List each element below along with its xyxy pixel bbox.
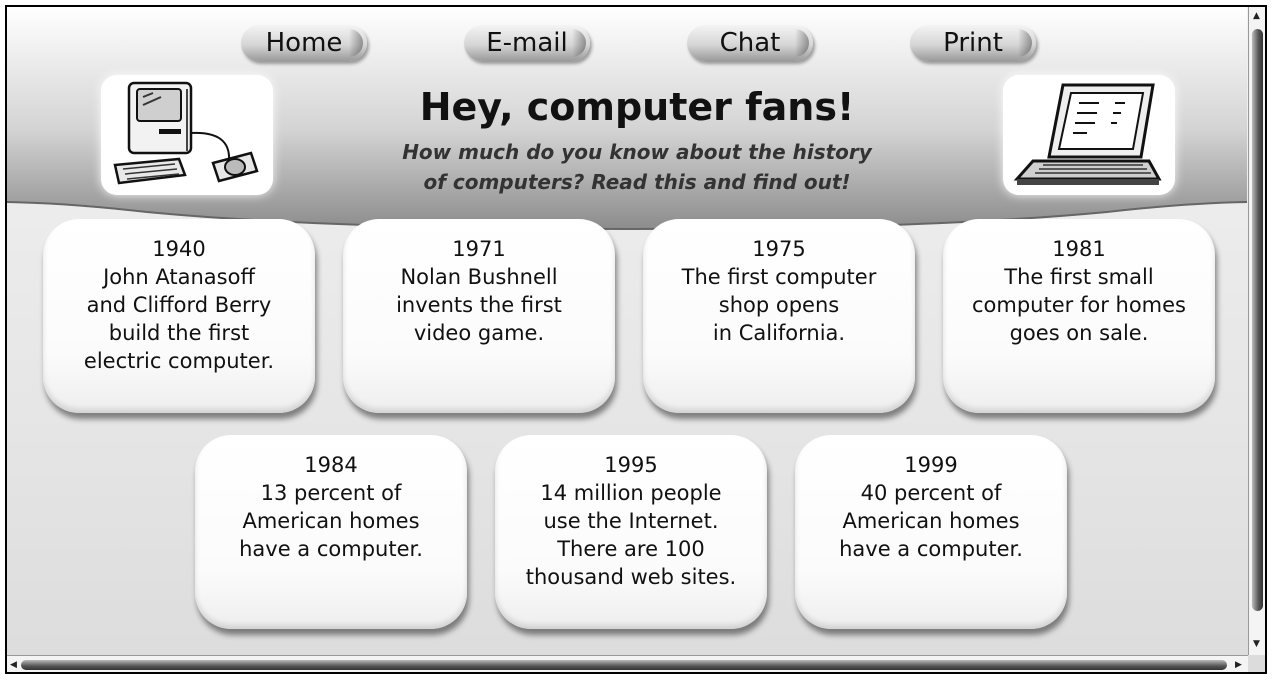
print-button[interactable]: Print — [910, 25, 1036, 61]
card-text: in California. — [712, 321, 846, 345]
card-text: electric computer. — [83, 349, 275, 373]
timeline-card-1971: 1971 Nolan Bushnell invents the first vi… — [343, 219, 615, 413]
chat-button[interactable]: Chat — [687, 25, 813, 61]
card-text: computer for homes — [972, 293, 1186, 317]
card-text: 14 million people — [540, 481, 722, 505]
card-text: American homes — [842, 509, 1020, 533]
card-text: use the Internet. — [543, 509, 719, 533]
horizontal-scroll-thumb[interactable] — [21, 660, 1227, 670]
timeline-card-1984: 1984 13 percent of American homes have a… — [195, 435, 467, 629]
card-text: and Clifford Berry — [86, 293, 272, 317]
page-title: Hey, computer fans! — [419, 85, 855, 129]
card-text: thousand web sites. — [525, 565, 737, 589]
subtitle-line: of computers? Read this and find out! — [423, 170, 851, 194]
timeline-card-1995: 1995 14 million people use the Internet.… — [495, 435, 767, 629]
horizontal-scrollbar[interactable]: ◀ ▶ — [7, 655, 1248, 672]
scroll-right-icon[interactable]: ▶ — [1235, 660, 1242, 670]
card-year: 1975 — [752, 237, 806, 261]
laptop-icon — [1013, 83, 1162, 185]
card-text: video game. — [413, 321, 545, 345]
scroll-left-icon[interactable]: ◀ — [10, 660, 17, 670]
card-text: build the first — [108, 321, 250, 345]
timeline-card-1975: 1975 The first computer shop opens in Ca… — [643, 219, 915, 413]
vertical-scrollbar[interactable]: ▲ ▼ — [1248, 7, 1265, 655]
email-button[interactable]: E-mail — [464, 25, 590, 61]
timeline-card-1981: 1981 The first small computer for homes … — [943, 219, 1215, 413]
card-text: American homes — [242, 509, 420, 533]
card-text: There are 100 — [557, 537, 705, 561]
subtitle-line: How much do you know about the history — [402, 140, 872, 164]
home-button[interactable]: Home — [241, 25, 367, 61]
card-text: have a computer. — [839, 537, 1023, 561]
scroll-up-icon[interactable]: ▲ — [1253, 11, 1260, 21]
page-subtitle: How much do you know about the history o… — [307, 137, 967, 197]
card-year: 1940 — [152, 237, 206, 261]
card-text: goes on sale. — [1009, 321, 1149, 345]
card-year: 1971 — [452, 237, 506, 261]
card-text: John Atanasoff — [103, 265, 255, 289]
timeline-card-1999: 1999 40 percent of American homes have a… — [795, 435, 1067, 629]
card-text: 40 percent of — [860, 481, 1002, 505]
card-text: The first computer — [681, 265, 877, 289]
card-text: 13 percent of — [260, 481, 402, 505]
card-year: 1995 — [604, 453, 658, 477]
card-year: 1981 — [1052, 237, 1106, 261]
card-text: Nolan Bushnell — [400, 265, 558, 289]
desktop-computer-icon — [113, 81, 259, 185]
scroll-down-icon[interactable]: ▼ — [1253, 639, 1260, 649]
card-text: shop opens — [718, 293, 840, 317]
card-text: invents the first — [396, 293, 562, 317]
card-year: 1999 — [904, 453, 958, 477]
page-frame: Home E-mail Chat Print Hey, computer fan… — [5, 5, 1267, 674]
desktop-tile — [101, 75, 273, 195]
card-year: 1984 — [304, 453, 358, 477]
laptop-tile — [1003, 75, 1175, 195]
timeline-card-1940: 1940 John Atanasoff and Clifford Berry b… — [43, 219, 315, 413]
card-text: have a computer. — [239, 537, 423, 561]
card-text: The first small — [1004, 265, 1154, 289]
vertical-scroll-thumb[interactable] — [1252, 29, 1263, 611]
